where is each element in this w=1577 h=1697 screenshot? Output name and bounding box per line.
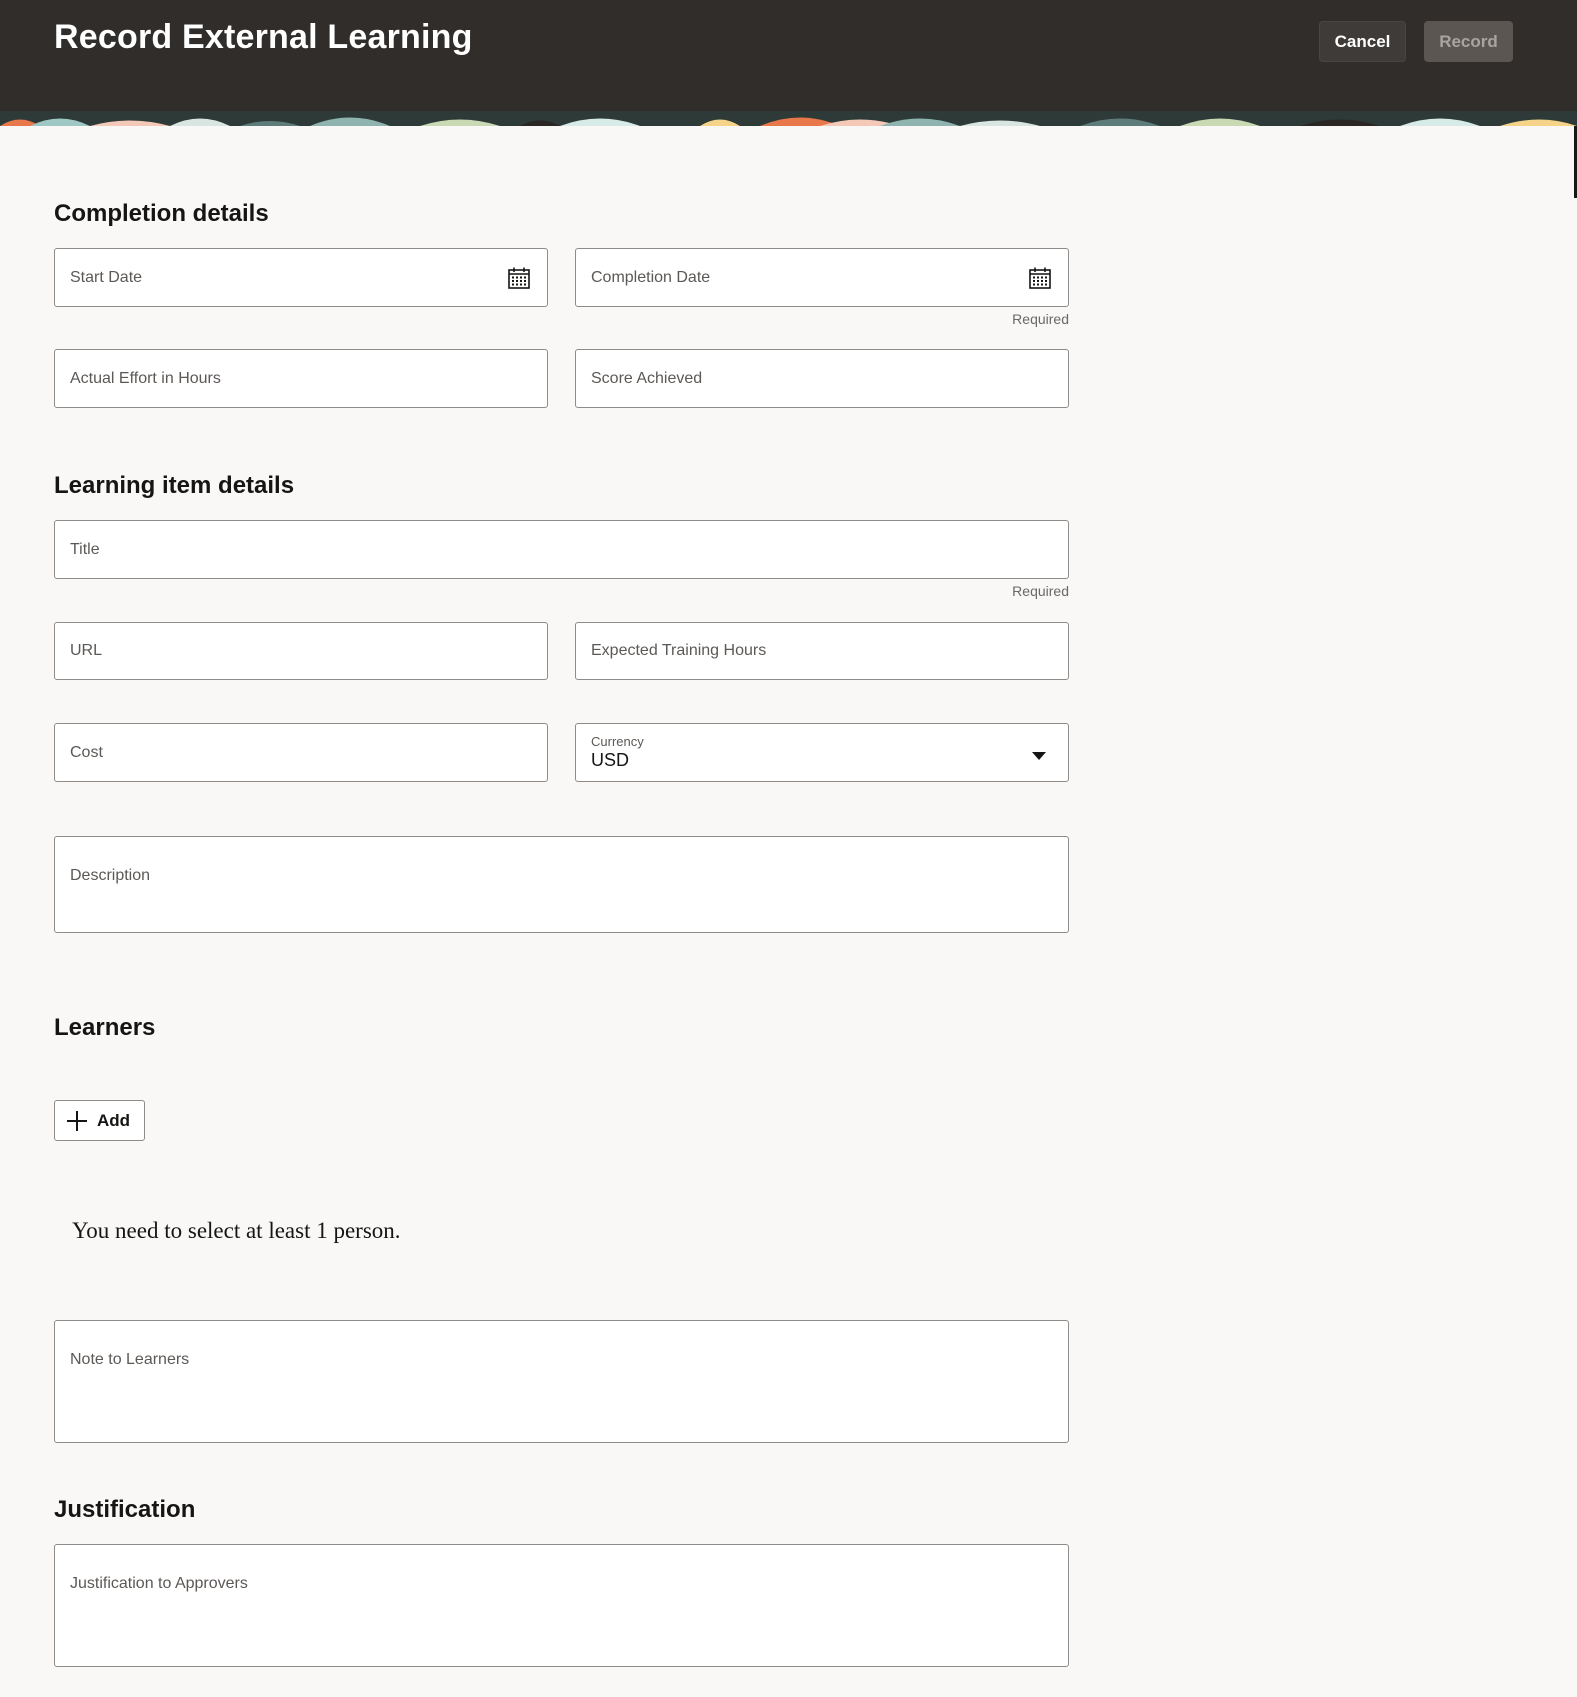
section-title-justification: Justification	[54, 1496, 196, 1523]
actual-effort-field[interactable]: Actual Effort in Hours	[54, 349, 548, 408]
start-date-field[interactable]: Start Date	[54, 248, 548, 307]
title-field[interactable]: Title	[54, 520, 1069, 579]
cancel-button[interactable]: Cancel	[1319, 21, 1406, 62]
cost-field[interactable]: Cost	[54, 723, 548, 782]
note-to-learners-label: Note to Learners	[70, 1351, 190, 1368]
currency-label: Currency	[591, 734, 644, 749]
score-achieved-field[interactable]: Score Achieved	[575, 349, 1069, 408]
required-hint: Required	[1012, 583, 1069, 599]
plus-icon	[67, 1110, 87, 1131]
justification-label: Justification to Approvers	[70, 1575, 248, 1592]
page-header: Record External Learning Cancel Record	[0, 0, 1577, 126]
actual-effort-label: Actual Effort in Hours	[70, 369, 221, 387]
expected-training-hours-field[interactable]: Expected Training Hours	[575, 622, 1069, 680]
calendar-icon[interactable]	[1028, 266, 1052, 290]
empty-learners-message: You need to select at least 1 person.	[72, 1218, 401, 1243]
section-title-learning-item: Learning item details	[54, 472, 295, 499]
currency-select[interactable]: Currency USD	[575, 723, 1069, 782]
required-hint: Required	[1012, 311, 1069, 327]
start-date-label: Start Date	[70, 268, 143, 286]
section-title-completion: Completion details	[54, 200, 269, 227]
currency-value: USD	[591, 750, 630, 770]
score-achieved-label: Score Achieved	[591, 369, 703, 387]
expected-training-hours-label: Expected Training Hours	[591, 642, 767, 659]
url-field[interactable]: URL	[54, 622, 548, 680]
url-label: URL	[70, 642, 103, 659]
record-button[interactable]: Record	[1424, 21, 1513, 62]
justification-field[interactable]: Justification to Approvers	[54, 1544, 1069, 1667]
chevron-down-icon[interactable]	[1032, 752, 1046, 760]
note-to-learners-field[interactable]: Note to Learners	[54, 1320, 1069, 1443]
description-label: Description	[70, 867, 151, 884]
add-learner-button[interactable]: Add	[54, 1100, 145, 1141]
completion-date-field[interactable]: Completion Date	[575, 248, 1069, 307]
cost-label: Cost	[70, 743, 103, 761]
completion-date-label: Completion Date	[591, 268, 711, 286]
description-field[interactable]: Description	[54, 836, 1069, 933]
add-button-label: Add	[97, 1110, 131, 1130]
section-title-learners: Learners	[54, 1014, 156, 1041]
calendar-icon[interactable]	[507, 266, 531, 290]
page-title: Record External Learning	[54, 18, 473, 56]
title-label: Title	[70, 540, 100, 558]
decorative-banner	[0, 111, 1577, 126]
